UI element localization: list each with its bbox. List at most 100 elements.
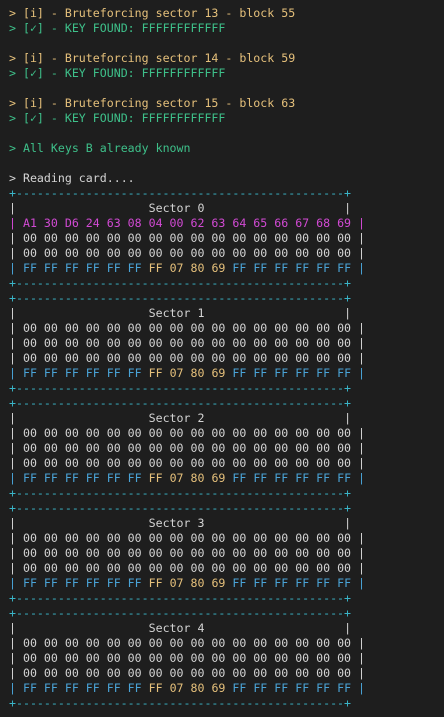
data-block: 00 00 00 00 00 00 00 00 00 00 00 00 00 0… bbox=[22, 456, 352, 470]
sector-data-row: | 00 00 00 00 00 00 00 00 00 00 00 00 00… bbox=[9, 636, 365, 651]
sector-data-row: | 00 00 00 00 00 00 00 00 00 00 00 00 00… bbox=[9, 561, 365, 576]
sector-data-row: | 00 00 00 00 00 00 00 00 00 00 00 00 00… bbox=[9, 531, 365, 546]
border-pipe: | bbox=[351, 546, 365, 560]
log-text: [i] - Bruteforcing sector 13 - block 55 bbox=[22, 6, 296, 20]
border-pipe: | bbox=[9, 306, 16, 320]
data-block: 00 00 00 00 00 00 00 00 00 00 00 00 00 0… bbox=[22, 651, 352, 665]
terminal-output[interactable]: > [i] - Bruteforcing sector 13 - block 5… bbox=[0, 0, 444, 717]
undefined bbox=[16, 621, 149, 635]
undefined bbox=[142, 261, 149, 275]
border-pipe: | bbox=[351, 681, 366, 695]
border-pipe: | bbox=[9, 636, 23, 650]
log-text: [✓] - KEY FOUND: FFFFFFFFFFFF bbox=[22, 111, 226, 125]
key-a: FF FF FF FF FF FF bbox=[22, 471, 142, 485]
data-block: 00 00 00 00 00 00 00 00 00 00 00 00 00 0… bbox=[22, 636, 352, 650]
border-line: +---------------------------------------… bbox=[9, 381, 352, 395]
border-pipe: | bbox=[9, 231, 23, 245]
border-pipe: | bbox=[9, 456, 23, 470]
border-pipe: | bbox=[9, 261, 23, 275]
sector-data-row: | 00 00 00 00 00 00 00 00 00 00 00 00 00… bbox=[9, 336, 365, 351]
prompt-symbol: > bbox=[9, 111, 16, 125]
sector-data-row: | 00 00 00 00 00 00 00 00 00 00 00 00 00… bbox=[9, 231, 365, 246]
key-b: FF FF FF FF FF FF bbox=[232, 366, 352, 380]
key-a: FF FF FF FF FF FF bbox=[22, 681, 142, 695]
data-block: 00 00 00 00 00 00 00 00 00 00 00 00 00 0… bbox=[22, 351, 352, 365]
sector-title-row: | Sector 3 | bbox=[9, 516, 351, 531]
sector-manufacturer-row: | A1 30 D6 24 63 08 04 00 62 63 64 65 66… bbox=[9, 216, 365, 231]
access-bits: FF 07 80 69 bbox=[148, 471, 226, 485]
border-pipe: | bbox=[344, 411, 352, 425]
undefined bbox=[204, 621, 344, 635]
sector-border-bottom: +---------------------------------------… bbox=[9, 486, 351, 501]
sector-title: Sector 1 bbox=[148, 306, 205, 320]
border-pipe: | bbox=[351, 576, 366, 590]
border-pipe: | bbox=[9, 546, 23, 560]
border-pipe: | bbox=[351, 246, 365, 260]
log-text: All Keys B already known bbox=[22, 141, 191, 155]
border-pipe: | bbox=[344, 516, 352, 530]
sector-data-row: | 00 00 00 00 00 00 00 00 00 00 00 00 00… bbox=[9, 441, 365, 456]
border-line: +---------------------------------------… bbox=[9, 606, 352, 620]
sector-data-row: | 00 00 00 00 00 00 00 00 00 00 00 00 00… bbox=[9, 456, 365, 471]
border-pipe: | bbox=[351, 216, 365, 230]
undefined bbox=[142, 471, 149, 485]
border-pipe: | bbox=[351, 351, 365, 365]
border-pipe: | bbox=[9, 426, 23, 440]
border-pipe: | bbox=[351, 336, 365, 350]
log-text: [✓] - KEY FOUND: FFFFFFFFFFFF bbox=[22, 66, 226, 80]
manufacturer-block: A1 30 D6 24 63 08 04 00 62 63 64 65 66 6… bbox=[22, 216, 352, 230]
sector-border-top: +---------------------------------------… bbox=[9, 291, 351, 306]
undefined bbox=[204, 516, 344, 530]
sector-title-row: | Sector 4 | bbox=[9, 621, 351, 636]
sector-border-bottom: +---------------------------------------… bbox=[9, 381, 351, 396]
log-text: [✓] - KEY FOUND: FFFFFFFFFFFF bbox=[22, 21, 226, 35]
sector-border-bottom: +---------------------------------------… bbox=[9, 591, 351, 606]
border-pipe: | bbox=[9, 651, 23, 665]
undefined bbox=[204, 306, 344, 320]
sector-title-row: | Sector 0 | bbox=[9, 201, 351, 216]
border-pipe: | bbox=[9, 351, 23, 365]
key-b: FF FF FF FF FF FF bbox=[232, 471, 352, 485]
log-line: > All Keys B already known bbox=[9, 141, 191, 156]
access-bits: FF 07 80 69 bbox=[148, 366, 226, 380]
sector-data-row: | 00 00 00 00 00 00 00 00 00 00 00 00 00… bbox=[9, 426, 365, 441]
log-line: > [i] - Bruteforcing sector 14 - block 5… bbox=[9, 51, 295, 66]
log-line: > [✓] - KEY FOUND: FFFFFFFFFFFF bbox=[9, 21, 225, 36]
border-pipe: | bbox=[351, 261, 366, 275]
sector-trailer-row: | FF FF FF FF FF FF FF 07 80 69 FF FF FF… bbox=[9, 366, 365, 381]
sector-trailer-row: | FF FF FF FF FF FF FF 07 80 69 FF FF FF… bbox=[9, 261, 365, 276]
border-pipe: | bbox=[344, 621, 352, 635]
sector-data-row: | 00 00 00 00 00 00 00 00 00 00 00 00 00… bbox=[9, 546, 365, 561]
undefined bbox=[142, 681, 149, 695]
sector-trailer-row: | FF FF FF FF FF FF FF 07 80 69 FF FF FF… bbox=[9, 576, 365, 591]
data-block: 00 00 00 00 00 00 00 00 00 00 00 00 00 0… bbox=[22, 441, 352, 455]
key-b: FF FF FF FF FF FF bbox=[232, 681, 352, 695]
key-b: FF FF FF FF FF FF bbox=[232, 261, 352, 275]
sector-trailer-row: | FF FF FF FF FF FF FF 07 80 69 FF FF FF… bbox=[9, 681, 365, 696]
key-a: FF FF FF FF FF FF bbox=[22, 366, 142, 380]
border-pipe: | bbox=[351, 366, 366, 380]
prompt-symbol: > bbox=[9, 141, 16, 155]
border-pipe: | bbox=[351, 651, 365, 665]
data-block: 00 00 00 00 00 00 00 00 00 00 00 00 00 0… bbox=[22, 531, 352, 545]
access-bits: FF 07 80 69 bbox=[148, 576, 226, 590]
undefined bbox=[142, 576, 149, 590]
data-block: 00 00 00 00 00 00 00 00 00 00 00 00 00 0… bbox=[22, 561, 352, 575]
sector-title: Sector 0 bbox=[148, 201, 205, 215]
border-pipe: | bbox=[351, 531, 365, 545]
border-pipe: | bbox=[344, 306, 352, 320]
sector-border-top: +---------------------------------------… bbox=[9, 186, 351, 201]
data-block: 00 00 00 00 00 00 00 00 00 00 00 00 00 0… bbox=[22, 426, 352, 440]
sector-border-bottom: +---------------------------------------… bbox=[9, 696, 351, 711]
border-pipe: | bbox=[9, 246, 23, 260]
log-line: > [✓] - KEY FOUND: FFFFFFFFFFFF bbox=[9, 66, 225, 81]
log-line: > [i] - Bruteforcing sector 13 - block 5… bbox=[9, 6, 295, 21]
sector-data-row: | 00 00 00 00 00 00 00 00 00 00 00 00 00… bbox=[9, 651, 365, 666]
key-a: FF FF FF FF FF FF bbox=[22, 261, 142, 275]
border-pipe: | bbox=[9, 516, 16, 530]
data-block: 00 00 00 00 00 00 00 00 00 00 00 00 00 0… bbox=[22, 321, 352, 335]
border-line: +---------------------------------------… bbox=[9, 696, 352, 710]
sector-border-bottom: +---------------------------------------… bbox=[9, 276, 351, 291]
border-pipe: | bbox=[9, 666, 23, 680]
border-pipe: | bbox=[9, 411, 16, 425]
